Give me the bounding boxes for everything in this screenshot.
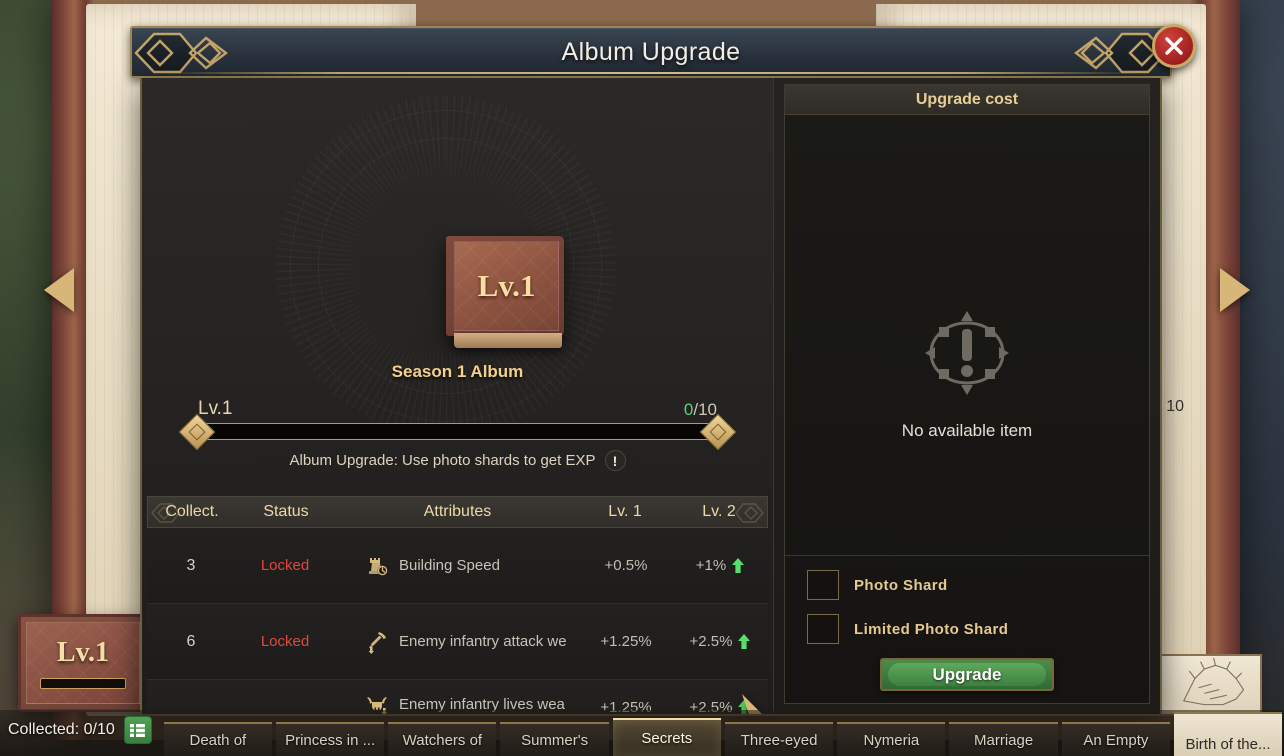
album-upgrade-hint-text: Album Upgrade: Use photo shards to get E… [289, 452, 596, 469]
album-upgrade-hint: Album Upgrade: Use photo shards to get E… [142, 450, 773, 471]
exp-current: 0 [683, 400, 694, 419]
list-icon [130, 723, 146, 737]
increase-arrow-icon [738, 634, 751, 649]
row-lv2-values: +2.5% [672, 632, 768, 651]
album-book-graphic: Lv.1 [446, 236, 564, 348]
attributes-table-header: Collect. Status Attributes Lv. 1 Lv. 2 [147, 496, 768, 528]
shard-row-photo: Photo Shard [807, 570, 1127, 600]
album-name: Season 1 Album [391, 362, 524, 381]
attribute-entry: Enemy infantry attack we [335, 630, 580, 654]
album-book-cover: Lv.1 [446, 236, 564, 336]
increase-arrow-icon [732, 558, 745, 573]
attribute-entry: Building Speed [335, 554, 580, 578]
album-tabs: Death of Princess in ... Watchers of Sum… [162, 710, 1284, 756]
list-button[interactable] [123, 716, 152, 744]
tab-three-eyed[interactable]: Three-eyed [724, 722, 834, 756]
bottom-bar: Collected: 0/10 Death of Princess in ...… [0, 710, 1284, 756]
row-collect-count: 6 [186, 632, 196, 650]
enemy-infantry-attack-icon [365, 630, 389, 654]
dialog-titlebar: Album Upgrade [130, 26, 1172, 78]
album-book-face: Lv.1 [454, 241, 559, 331]
upgrade-cost-panel: Upgrade cost No available item Photo Sha… [784, 84, 1150, 704]
album-level-card[interactable]: Lv.1 [18, 614, 148, 712]
collected-indicator: Collected: 0/10 [0, 716, 162, 756]
album-upgrade-dialog: Album Upgrade Lv.1 Season 1 Album Lv.1 0… [130, 24, 1196, 716]
building-speed-icon [365, 554, 389, 578]
tab-summers[interactable]: Summer's [500, 722, 609, 756]
table-row[interactable]: 6 Locked Enemy infantry attack we +1.25%… [147, 604, 768, 680]
row-lv1-values: +1.25% [580, 632, 672, 651]
album-card-level-label: Lv.1 [56, 637, 110, 668]
attribute-lv1-value: +0.5% [604, 557, 648, 574]
tab-watchers-of[interactable]: Watchers of [388, 722, 497, 756]
upgrade-cost-footer: Photo Shard Limited Photo Shard Upgrade [785, 555, 1149, 703]
row-attributes: Building Speed [335, 554, 580, 578]
dialog-title: Album Upgrade [561, 37, 741, 66]
album-panel: Lv.1 Season 1 Album Lv.1 0/10 Album Upgr… [142, 78, 774, 714]
album-book-level-label: Lv.1 [477, 268, 536, 303]
prev-page-arrow[interactable] [44, 268, 74, 312]
attributes-table: Collect. Status Attributes Lv. 1 Lv. 2 3… [147, 496, 768, 714]
limited-photo-shard-label: Limited Photo Shard [854, 620, 1009, 638]
next-page-arrow[interactable] [1220, 268, 1250, 312]
tab-secrets[interactable]: Secrets [612, 718, 721, 756]
photo-shard-slot[interactable] [807, 570, 839, 600]
upgrade-cost-column: Upgrade cost No available item Photo Sha… [774, 78, 1160, 714]
upgrade-cost-title: Upgrade cost [785, 85, 1149, 115]
tab-death-of[interactable]: Death of [163, 722, 272, 756]
album-book-pages [454, 333, 562, 348]
info-badge-icon[interactable]: ! [604, 450, 626, 471]
attribute-name: Building Speed [399, 557, 500, 574]
attribute-name: Enemy infantry attack we [399, 633, 567, 650]
attribute-lv2-value: +1% [695, 557, 727, 574]
row-attributes: Enemy infantry attack we [335, 630, 580, 654]
warning-exclamation-icon [919, 305, 1015, 401]
album-card-progress-bar [40, 678, 126, 689]
exp-value: 0/10 [684, 400, 717, 420]
attribute-lv2-cell: +2.5% [672, 632, 768, 651]
exp-level-label: Lv.1 [198, 398, 233, 419]
photo-shard-label: Photo Shard [854, 576, 948, 594]
tab-marriage[interactable]: Marriage [949, 722, 1058, 756]
column-header-status: Status [263, 503, 309, 520]
tab-nymeria[interactable]: Nymeria [837, 722, 946, 756]
attribute-lv2-cell: +1% [672, 556, 768, 575]
limited-photo-shard-slot[interactable] [807, 614, 839, 644]
header-ornament-left-icon [149, 498, 183, 528]
exp-progress-bar [178, 413, 737, 450]
no-available-item-text: No available item [901, 421, 1033, 440]
column-header-attributes: Attributes [423, 503, 492, 520]
album-exp-section: Lv.1 0/10 [176, 398, 739, 450]
row-status: Locked [260, 557, 310, 574]
column-header-lv1: Lv. 1 [608, 503, 642, 520]
attribute-lv2-value: +2.5% [689, 633, 733, 650]
upgrade-button-label: Upgrade [888, 663, 1046, 686]
row-collect-count: 3 [186, 556, 196, 574]
row-lv2-values: +1% [672, 556, 768, 575]
dialog-body: Lv.1 Season 1 Album Lv.1 0/10 Album Upgr… [140, 78, 1162, 716]
row-lv1-values: +0.5% [580, 556, 672, 575]
tab-birth-of-the[interactable]: Birth of the... [1173, 712, 1282, 756]
tab-princess-in[interactable]: Princess in ... [275, 722, 385, 756]
attribute-lv1-value: +1.25% [600, 633, 652, 650]
album-level-card-inner: Lv.1 [26, 622, 140, 704]
header-ornament-right-icon [732, 498, 766, 528]
collected-text: Collected: 0/10 [8, 721, 115, 738]
row-status: Locked [260, 633, 310, 650]
shard-row-limited-photo: Limited Photo Shard [807, 614, 1127, 644]
tab-an-empty[interactable]: An Empty [1061, 722, 1170, 756]
table-row[interactable]: 3 Locked Building Speed +0.5% +1% [147, 528, 768, 604]
attributes-table-rows: 3 Locked Building Speed +0.5% +1% 6 Lock… [147, 528, 768, 714]
upgrade-button[interactable]: Upgrade [880, 658, 1054, 691]
exp-labels: Lv.1 0/10 [176, 398, 739, 423]
close-button[interactable] [1152, 24, 1196, 68]
close-x-icon [1165, 37, 1183, 55]
